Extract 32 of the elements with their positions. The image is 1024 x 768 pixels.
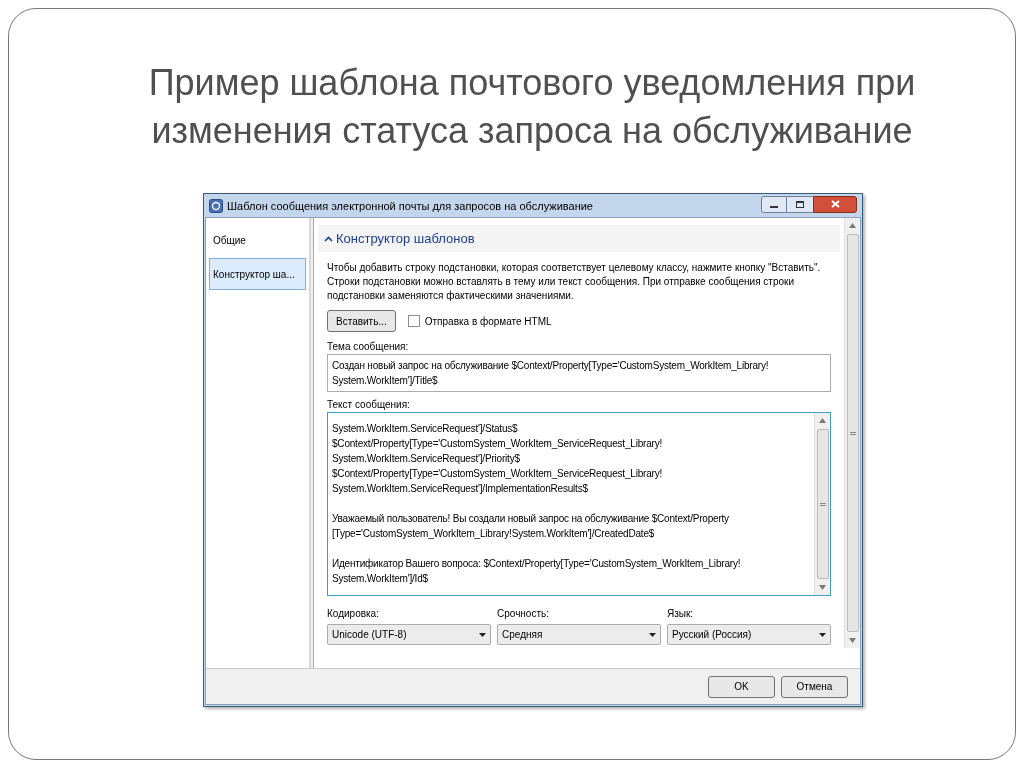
checkbox-label: Отправка в формате HTML [424,314,552,329]
app-icon [209,199,223,213]
description-text: Чтобы добавить строку подстановки, которая соответствует целевому классу, нажмите кнопку "Вставить". Строки подстановки можно вставлять в тему или текст сообщения. При отправке сообщения строки подстановки заменяются фактическими значениями. [327,261,822,303]
window-title: Шаблон сообщения электронной почты для запросов на обслуживание [227,198,594,214]
field-label: Текст сообщения: [327,398,411,412]
dropdown[interactable]: Unicode (UTF-8) [327,624,491,645]
dropdown-label: Язык: [667,607,695,621]
close-button[interactable] [813,195,857,213]
section-header[interactable]: Конструктор шаблонов [318,225,840,252]
scroll-up-icon[interactable] [849,223,856,228]
dropdown-arrow-icon [819,632,826,637]
dropdown-label: Кодировка: [327,607,380,621]
dialog-button[interactable]: OK [708,675,775,698]
dropdown-arrow-icon [479,632,486,637]
scroll-down-icon[interactable] [849,638,856,643]
dialog-button[interactable]: Отмена [781,675,848,698]
dropdown-arrow-icon [649,632,656,637]
pane-scrollbar[interactable] [844,218,860,648]
close-icon [830,200,840,208]
dropdown[interactable]: Русский (Россия) [667,624,831,645]
minimize-button[interactable] [761,195,787,213]
insert-button[interactable]: Вставить... [327,310,396,332]
dropdown[interactable]: Средняя [497,624,661,645]
nav-item[interactable]: Конструктор ша... [209,258,306,290]
slide-title: Пример шаблона почтового уведомления при [148,61,916,105]
dropdown-label: Срочность: [497,607,550,621]
slide-title: изменения статуса запроса на обслуживание [151,109,913,153]
html-checkbox[interactable] [407,315,420,327]
field-label: Тема сообщения: [327,340,410,354]
nav-item[interactable]: Общие [209,224,306,256]
maximize-button[interactable] [787,195,813,213]
subject-field[interactable]: Создан новый запрос на обслуживание $Context/Property[Type='CustomSystem_WorkItem_Library! System.WorkItem']/Title$ [327,354,831,392]
